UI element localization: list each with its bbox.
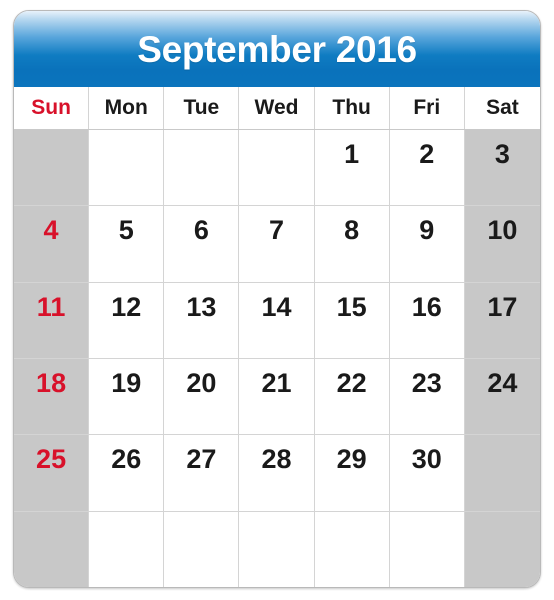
weekday-header-thu: Thu xyxy=(315,87,390,129)
day-cell-empty xyxy=(314,511,390,587)
day-cell-empty xyxy=(164,511,240,587)
day-cell-21[interactable]: 21 xyxy=(239,359,315,436)
day-number: 28 xyxy=(261,444,292,475)
day-cell-3[interactable]: 3 xyxy=(464,130,540,207)
day-cell-empty xyxy=(239,511,315,587)
day-cell-1[interactable]: 1 xyxy=(314,130,390,207)
day-cell-empty xyxy=(89,130,165,207)
day-cell-25[interactable]: 25 xyxy=(14,435,90,512)
day-cell-18[interactable]: 18 xyxy=(14,359,90,436)
weekday-header-fri: Fri xyxy=(390,87,465,129)
day-cell-7[interactable]: 7 xyxy=(239,206,315,283)
day-cell-30[interactable]: 30 xyxy=(389,435,465,512)
day-number: 7 xyxy=(268,215,284,246)
day-number: 26 xyxy=(111,444,142,475)
day-number: 27 xyxy=(186,444,217,475)
day-cell-6[interactable]: 6 xyxy=(164,206,240,283)
weekday-header-sat: Sat xyxy=(486,96,519,119)
weekday-header-tue: Tue xyxy=(164,87,240,129)
day-cell-17[interactable]: 17 xyxy=(464,282,540,359)
day-cell-empty xyxy=(464,435,540,512)
calendar-title-bar: September 2016 xyxy=(14,11,540,87)
day-number: 17 xyxy=(487,291,518,322)
day-cell-5[interactable]: 5 xyxy=(89,206,165,283)
day-number: 25 xyxy=(36,444,67,475)
weekday-header-mon: Mon xyxy=(89,87,165,129)
day-cell-11[interactable]: 11 xyxy=(14,282,90,359)
day-cell-empty xyxy=(14,130,90,207)
day-number: 5 xyxy=(118,215,134,246)
day-cell-29[interactable]: 29 xyxy=(314,435,390,512)
day-cell-9[interactable]: 9 xyxy=(389,206,465,283)
day-number: 23 xyxy=(411,368,442,398)
day-cell-28[interactable]: 28 xyxy=(239,435,315,512)
day-number: 3 xyxy=(494,139,510,169)
day-cell-20[interactable]: 20 xyxy=(164,359,240,436)
day-number: 21 xyxy=(261,368,292,398)
day-cell-14[interactable]: 14 xyxy=(239,282,315,359)
day-number: 15 xyxy=(336,291,367,322)
day-number: 30 xyxy=(411,444,442,475)
day-cell-empty xyxy=(239,130,315,207)
day-number: 14 xyxy=(261,291,292,322)
day-number: 6 xyxy=(193,215,209,246)
day-cell-4[interactable]: 4 xyxy=(14,206,90,283)
day-cell-24[interactable]: 24 xyxy=(464,359,540,436)
day-cell-16[interactable]: 16 xyxy=(389,282,465,359)
day-number: 24 xyxy=(487,368,518,398)
day-number: 16 xyxy=(411,291,442,322)
day-cell-19[interactable]: 19 xyxy=(89,359,165,436)
day-cell-empty xyxy=(464,511,540,587)
day-number: 20 xyxy=(186,368,217,398)
day-cell-26[interactable]: 26 xyxy=(89,435,165,512)
day-cell-empty xyxy=(389,511,465,587)
weekday-header-sun: Sun xyxy=(14,87,90,129)
day-number: 18 xyxy=(36,368,67,398)
day-number: 8 xyxy=(344,215,360,246)
day-number: 4 xyxy=(43,215,59,246)
day-number: 9 xyxy=(419,215,435,246)
calendar-widget: September 2016 Sun Mon Tue Wed Thu Fri Sat 123… xyxy=(13,10,541,588)
day-number: 22 xyxy=(336,368,367,398)
day-cell-23[interactable]: 23 xyxy=(389,359,465,436)
day-cell-empty xyxy=(89,511,165,587)
day-number: 1 xyxy=(344,139,360,169)
day-cell-8[interactable]: 8 xyxy=(314,206,390,283)
day-cell-13[interactable]: 13 xyxy=(164,282,240,359)
day-cell-22[interactable]: 22 xyxy=(314,359,390,436)
day-cell-empty xyxy=(164,130,240,207)
weekday-header-wed: Wed xyxy=(239,87,315,129)
day-number: 29 xyxy=(336,444,367,475)
day-cell-27[interactable]: 27 xyxy=(164,435,240,512)
day-cell-empty xyxy=(14,511,90,587)
day-cell-10[interactable]: 10 xyxy=(464,206,540,283)
day-cell-15[interactable]: 15 xyxy=(314,282,390,359)
day-cell-12[interactable]: 12 xyxy=(89,282,165,359)
day-number: 2 xyxy=(419,139,435,169)
weekday-header-row: Sun Mon Tue Wed Thu Fri Sat xyxy=(14,87,540,130)
day-number: 19 xyxy=(111,368,142,398)
day-number: 13 xyxy=(186,291,217,322)
day-grid: 1 2 3 4 5 6 7 8 9 10 11 12 13 14 15 16 17 18 19 20 21 22 23 24 2… xyxy=(14,130,540,587)
day-number: 11 xyxy=(36,291,66,322)
calendar-title: September 2016 xyxy=(137,28,417,70)
day-number: 10 xyxy=(487,215,518,246)
day-number: 12 xyxy=(111,291,142,322)
day-cell-2[interactable]: 2 xyxy=(389,130,465,207)
